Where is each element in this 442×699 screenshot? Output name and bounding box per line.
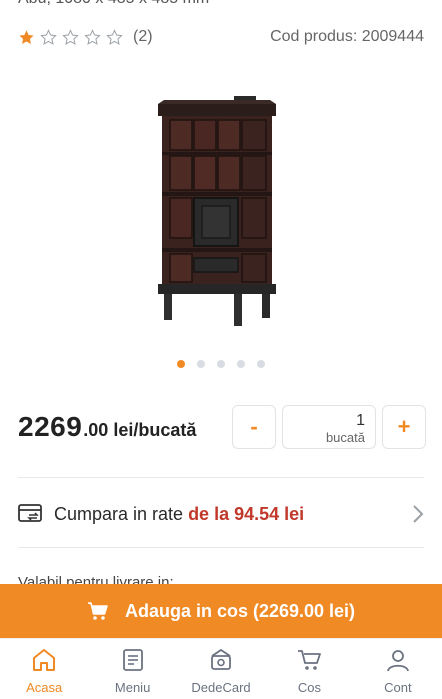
nav-label-cos: Cos <box>297 680 321 695</box>
product-code: Cod produs: 2009444 <box>270 28 424 45</box>
star-empty-icon <box>84 28 101 45</box>
rating-stars[interactable] <box>18 28 123 46</box>
star-empty-icon <box>62 28 79 45</box>
star-filled-icon <box>19 29 34 44</box>
menu-document-icon <box>122 649 143 671</box>
chevron-right-icon <box>413 505 424 523</box>
nav-label-meniu: Meniu <box>114 680 151 695</box>
price-integer: 2269 <box>18 411 83 442</box>
add-to-cart-button[interactable]: Adauga in cos (2269.00 lei) <box>0 584 442 638</box>
increase-quantity-button[interactable]: + <box>382 405 426 449</box>
carousel-dot[interactable] <box>217 360 225 368</box>
home-icon <box>33 649 56 671</box>
card-tag-icon <box>211 648 231 670</box>
quantity-value: 1 <box>356 412 365 429</box>
product-title-fragment: Abu, 1080 x 485 x 485 mm <box>18 0 209 8</box>
carousel-dot[interactable] <box>237 360 245 368</box>
nav-label-dedecard: DedeCard <box>191 680 251 695</box>
installments-row[interactable]: Cumpara in rate de la 94.54 lei <box>18 496 424 532</box>
installments-label: Cumpara in rate <box>54 503 184 524</box>
divider <box>18 477 424 478</box>
nav-item-dedecard[interactable]: DedeCard <box>177 639 265 699</box>
bottom-navigation: Acasa Meniu DedeCard Cos Cont <box>0 638 442 699</box>
nav-label-cont: Cont <box>384 680 412 695</box>
user-icon <box>386 650 409 672</box>
quantity-stepper: - 1 bucată + <box>232 405 426 449</box>
quantity-unit: bucată <box>325 430 365 445</box>
nav-item-acasa[interactable]: Acasa <box>0 639 88 699</box>
tile-stove-image[interactable] <box>130 92 310 332</box>
cart-icon <box>87 602 108 620</box>
installments-price: de la 94.54 lei <box>188 503 305 524</box>
carousel-dot[interactable] <box>177 360 185 368</box>
price-suffix: .00 lei/bucată <box>83 419 197 440</box>
card-installments-icon <box>18 504 42 522</box>
nav-label-acasa: Acasa <box>26 680 63 695</box>
nav-item-cos[interactable]: Cos <box>265 639 353 699</box>
carousel-dot[interactable] <box>197 360 205 368</box>
add-to-cart-label: Adauga in cos (2269.00 lei) <box>124 600 356 621</box>
star-empty-icon <box>40 28 57 45</box>
carousel-dot[interactable] <box>257 360 265 368</box>
nav-item-cont[interactable]: Cont <box>354 639 442 699</box>
carousel-dots <box>0 360 442 368</box>
decrease-quantity-button[interactable]: - <box>232 405 276 449</box>
nav-item-meniu[interactable]: Meniu <box>88 639 176 699</box>
price-row: 2269 .00 lei/bucată - 1 bucată + <box>18 404 426 450</box>
rating-row: (2) Cod produs: 2009444 <box>18 26 424 48</box>
star-empty-icon <box>106 28 123 45</box>
cart-icon <box>298 650 322 670</box>
review-count[interactable]: (2) <box>133 28 153 46</box>
quantity-input[interactable]: 1 bucată <box>282 405 376 449</box>
divider <box>18 547 424 548</box>
